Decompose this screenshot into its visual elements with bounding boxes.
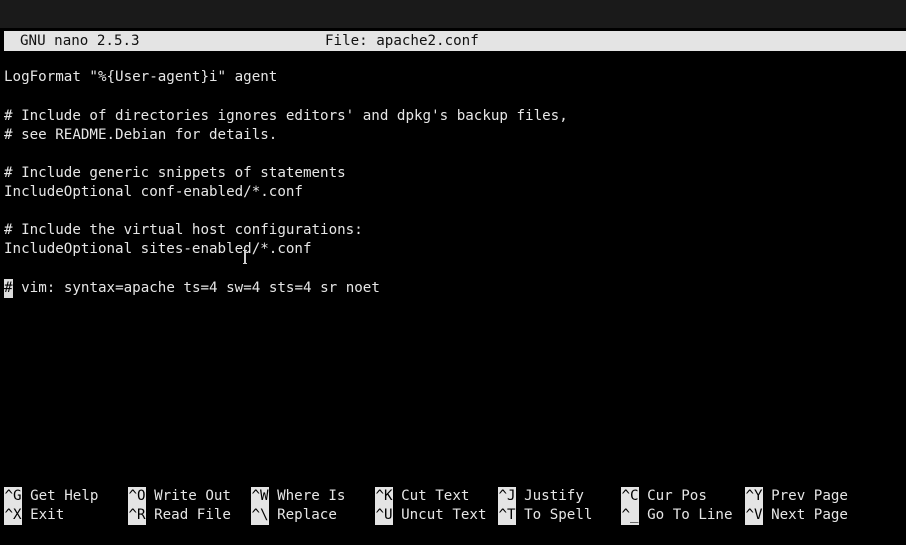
shortcut-key: ^_	[621, 506, 640, 525]
shortcut-prev-page[interactable]: ^Y Prev Page	[745, 487, 848, 506]
window-top-strip	[0, 0, 906, 28]
shortcut-cut-text[interactable]: ^K Cut Text	[375, 487, 469, 506]
shortcut-label: Replace	[277, 507, 337, 523]
shortcut-label: Prev Page	[771, 488, 848, 504]
editor-line[interactable]: # Include generic snippets of statements	[4, 164, 346, 183]
shortcut-get-help[interactable]: ^G Get Help	[4, 487, 98, 506]
editor-line[interactable]: # Include the virtual host configuration…	[4, 221, 363, 240]
shortcut-label: Uncut Text	[401, 507, 487, 523]
shortcut-label: Write Out	[154, 488, 231, 504]
shortcut-key: ^Y	[745, 487, 764, 506]
editor-line[interactable]: IncludeOptional sites-enabled/*.conf	[4, 240, 312, 259]
shortcut-key: ^G	[4, 487, 23, 506]
nano-titlebar: GNU nano 2.5.3 File: apache2.conf	[4, 31, 906, 51]
shortcut-exit[interactable]: ^X Exit	[4, 506, 64, 525]
shortcut-key: ^K	[375, 487, 394, 506]
cursor-line-text: vim: syntax=apache ts=4 sw=4 sts=4 sr no…	[12, 280, 380, 296]
shortcut-cur-pos[interactable]: ^C Cur Pos	[621, 487, 707, 506]
shortcut-key: ^T	[498, 506, 517, 525]
shortcut-label: Where Is	[277, 488, 346, 504]
file-name: File: apache2.conf	[325, 33, 479, 49]
shortcut-label: Cut Text	[401, 488, 470, 504]
shortcut-key: ^X	[4, 506, 23, 525]
shortcut-key: ^W	[251, 487, 270, 506]
editor-line[interactable]: # see README.Debian for details.	[4, 126, 277, 145]
shortcut-go-to-line[interactable]: ^_ Go To Line	[621, 506, 733, 525]
shortcut-read-file[interactable]: ^R Read File	[128, 506, 231, 525]
shortcut-key: ^R	[128, 506, 147, 525]
shortcut-to-spell[interactable]: ^T To Spell	[498, 506, 592, 525]
shortcut-key: ^U	[375, 506, 394, 525]
shortcut-label: To Spell	[524, 507, 593, 523]
shortcut-replace[interactable]: ^\ Replace	[251, 506, 337, 525]
text-cursor: #	[4, 279, 13, 298]
shortcut-label: Exit	[30, 507, 65, 523]
shortcut-label: Justify	[524, 488, 584, 504]
shortcut-key: ^\	[251, 506, 270, 525]
shortcut-justify[interactable]: ^J Justify	[498, 487, 584, 506]
shortcut-label: Cur Pos	[647, 488, 707, 504]
shortcut-label: Read File	[154, 507, 231, 523]
shortcut-label: Next Page	[771, 507, 848, 523]
nano-version: GNU nano 2.5.3	[20, 33, 140, 49]
editor-line[interactable]: # Include of directories ignores editors…	[4, 107, 568, 126]
shortcut-label: Get Help	[30, 488, 99, 504]
shortcut-next-page[interactable]: ^V Next Page	[745, 506, 848, 525]
shortcut-write-out[interactable]: ^O Write Out	[128, 487, 231, 506]
editor-line-cursor[interactable]: # vim: syntax=apache ts=4 sw=4 sts=4 sr …	[4, 279, 380, 298]
shortcut-key: ^C	[621, 487, 640, 506]
shortcut-key: ^O	[128, 487, 147, 506]
editor-line[interactable]: LogFormat "%{User-agent}i" agent	[4, 68, 277, 87]
shortcut-where-is[interactable]: ^W Where Is	[251, 487, 345, 506]
shortcut-label: Go To Line	[647, 507, 733, 523]
shortcut-key: ^J	[498, 487, 517, 506]
editor-line[interactable]: IncludeOptional conf-enabled/*.conf	[4, 183, 303, 202]
shortcut-key: ^V	[745, 506, 764, 525]
terminal-window: GNU nano 2.5.3 File: apache2.conf LogFor…	[0, 0, 906, 545]
shortcut-uncut-text[interactable]: ^U Uncut Text	[375, 506, 487, 525]
